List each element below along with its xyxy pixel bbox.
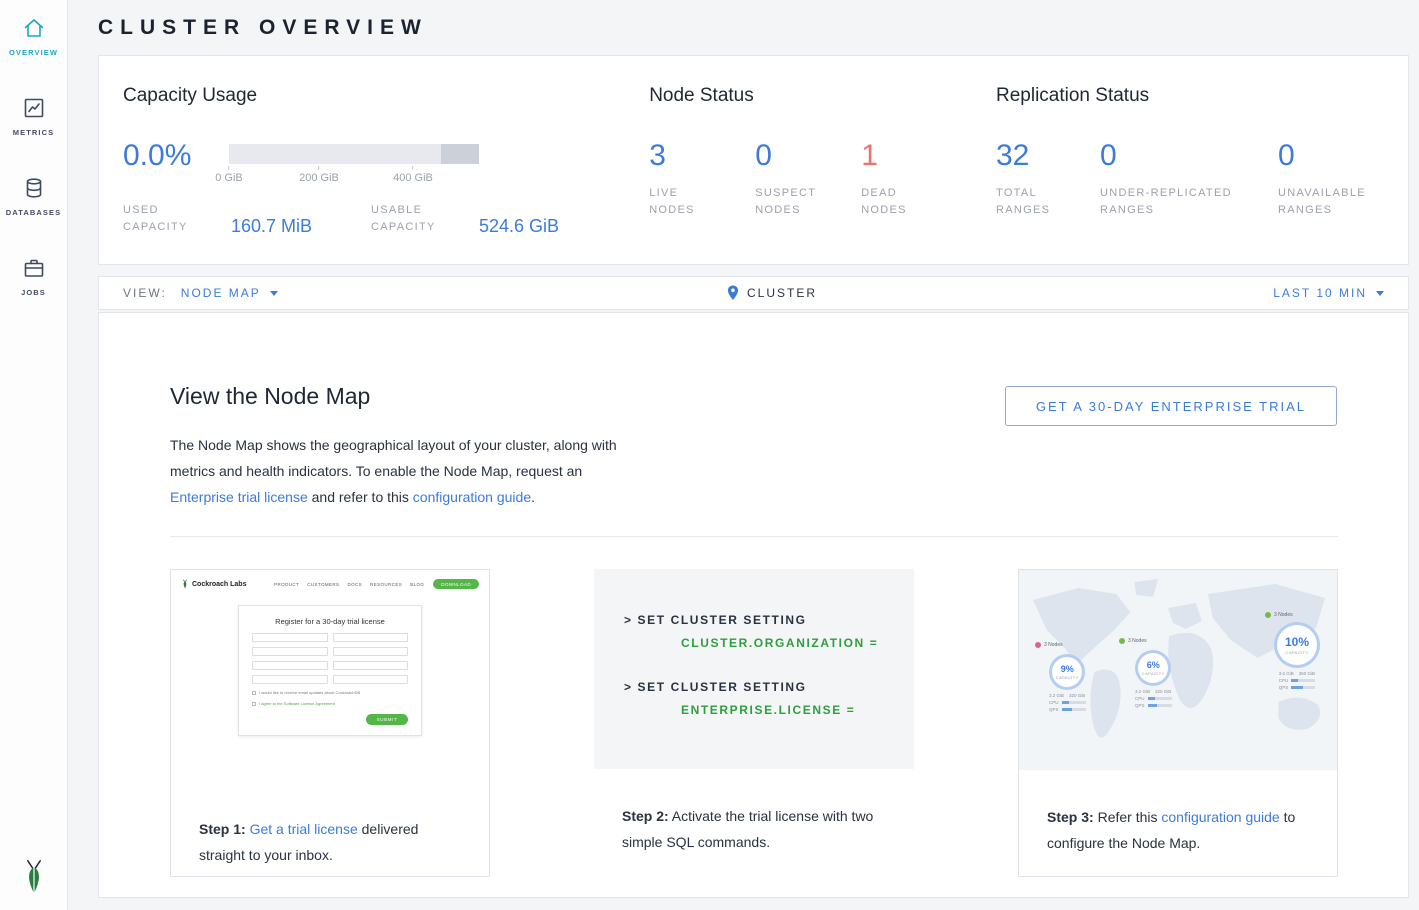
jobs-icon xyxy=(22,256,46,280)
node-map-description: The Node Map shows the geographical layo… xyxy=(170,432,632,510)
enterprise-trial-button[interactable]: GET A 30-DAY ENTERPRISE TRIAL xyxy=(1005,386,1337,426)
configuration-guide-link[interactable]: configuration guide xyxy=(1161,809,1279,825)
total-ranges-stat: 32 TOTALRANGES xyxy=(996,139,1100,219)
configuration-guide-link[interactable]: configuration guide xyxy=(413,489,531,505)
capacity-tick: 200 GiB xyxy=(299,166,339,184)
replication-status-title: Replication Status xyxy=(996,84,1384,107)
region-node-dot: 3 Nodes xyxy=(1265,612,1293,618)
capacity-usage-section: Capacity Usage 0.0% 0 GiB 200 GiB 400 Gi… xyxy=(123,84,649,264)
page-title: CLUSTER OVERVIEW xyxy=(98,0,1409,55)
step1-screenshot: Cockroach Labs PRODUCT CUSTOMERS DOCS RE… xyxy=(171,570,489,802)
region-capacity-ring: 6% CAPACITY 3.2 GiB320 GiB CPU QPS xyxy=(1135,650,1172,708)
database-icon xyxy=(22,176,46,200)
view-selector-dropdown[interactable]: NODE MAP xyxy=(181,286,278,300)
step3-card: 3 Nodes 3 Nodes 3 Nodes 9% CAPACITY xyxy=(1018,569,1338,877)
sidebar-item-jobs[interactable]: JOBS xyxy=(0,240,67,320)
chevron-down-icon xyxy=(270,291,278,296)
cluster-summary-card: Capacity Usage 0.0% 0 GiB 200 GiB 400 Gi… xyxy=(98,55,1409,265)
capacity-usage-title: Capacity Usage xyxy=(123,84,649,107)
mini-cockroach-logo-icon xyxy=(181,579,189,589)
divider xyxy=(170,536,1338,537)
replication-status-section: Replication Status 32 TOTALRANGES 0 UNDE… xyxy=(996,84,1384,264)
node-status-section: Node Status 3 LIVENODES 0 SUSPECTNODES 1… xyxy=(649,84,996,264)
capacity-tick: 0 GiB xyxy=(215,166,243,184)
step2-caption: Step 2: Activate the trial license with … xyxy=(594,769,914,855)
region-node-dot: 3 Nodes xyxy=(1035,642,1063,648)
time-range-dropdown[interactable]: LAST 10 MIN xyxy=(1273,286,1384,300)
cockroach-logo-icon xyxy=(0,858,68,896)
metrics-icon xyxy=(22,96,46,120)
region-capacity-ring: 9% CAPACITY 3.2 GiB320 GiB CPU QPS xyxy=(1049,654,1086,712)
capacity-tick: 400 GiB xyxy=(393,166,433,184)
sidebar: OVERVIEW METRICS DATABASES JOBS xyxy=(0,0,68,910)
capacity-bar-segment xyxy=(441,144,479,164)
capacity-bar: 0 GiB 200 GiB 400 GiB xyxy=(229,144,479,186)
sidebar-item-databases[interactable]: DATABASES xyxy=(0,160,67,240)
sidebar-item-label: METRICS xyxy=(13,128,54,137)
trial-license-link[interactable]: Get a trial license xyxy=(250,821,358,837)
mini-nav: PRODUCT CUSTOMERS DOCS RESOURCES BLOG xyxy=(274,582,424,587)
mini-brand: Cockroach Labs xyxy=(181,579,246,589)
sidebar-item-overview[interactable]: OVERVIEW xyxy=(0,0,67,80)
sidebar-item-metrics[interactable]: METRICS xyxy=(0,80,67,160)
location-pin-icon xyxy=(726,285,739,301)
suspect-nodes-stat: 0 SUSPECTNODES xyxy=(755,139,861,219)
step1-caption: Step 1: Get a trial license delivered st… xyxy=(171,802,489,868)
cluster-breadcrumb[interactable]: CLUSTER xyxy=(726,285,817,301)
region-capacity-ring: 10% CAPACITY 3.6 GiB360 GiB CPU QPS xyxy=(1274,622,1320,690)
sidebar-item-label: DATABASES xyxy=(6,208,61,217)
step3-caption: Step 3: Refer this configuration guide t… xyxy=(1019,770,1337,856)
step1-card: Cockroach Labs PRODUCT CUSTOMERS DOCS RE… xyxy=(170,569,490,877)
under-replicated-ranges-stat: 0 UNDER-REPLICATEDRANGES xyxy=(1100,139,1278,219)
node-status-title: Node Status xyxy=(649,84,996,107)
sidebar-item-label: JOBS xyxy=(21,288,46,297)
used-capacity-value: 160.7 MiB xyxy=(231,216,312,237)
mini-download-button: DOWNLOAD xyxy=(433,579,479,589)
dead-nodes-stat: 1 DEADNODES xyxy=(861,139,967,219)
used-capacity-label: USED CAPACITY xyxy=(123,202,231,236)
usable-capacity-value: 524.6 GiB xyxy=(479,216,559,237)
region-node-dot: 3 Nodes xyxy=(1119,638,1147,644)
node-map-preview: 3 Nodes 3 Nodes 3 Nodes 9% CAPACITY xyxy=(1019,570,1337,770)
step2-code-block: > SET CLUSTER SETTING CLUSTER.ORGANIZATI… xyxy=(594,569,914,769)
unavailable-ranges-stat: 0 UNAVAILABLERANGES xyxy=(1278,139,1384,219)
mini-register-form: Register for a 30-day trial license I wo… xyxy=(238,605,422,736)
main-content: CLUSTER OVERVIEW Capacity Usage 0.0% 0 G… xyxy=(68,0,1419,910)
enterprise-trial-license-link[interactable]: Enterprise trial license xyxy=(170,489,308,505)
home-icon xyxy=(22,16,46,40)
sidebar-item-label: OVERVIEW xyxy=(9,48,58,57)
capacity-used-percent: 0.0% xyxy=(123,139,229,186)
view-bar: VIEW: NODE MAP CLUSTER LAST 10 MIN xyxy=(98,276,1409,310)
steps-row: Cockroach Labs PRODUCT CUSTOMERS DOCS RE… xyxy=(170,569,1338,877)
step2-card: > SET CLUSTER SETTING CLUSTER.ORGANIZATI… xyxy=(594,569,914,877)
live-nodes-stat: 3 LIVENODES xyxy=(649,139,755,219)
node-map-panel: View the Node Map The Node Map shows the… xyxy=(98,312,1409,898)
chevron-down-icon xyxy=(1376,291,1384,296)
view-label: VIEW: xyxy=(123,286,167,300)
usable-capacity-label: USABLE CAPACITY xyxy=(371,202,479,236)
